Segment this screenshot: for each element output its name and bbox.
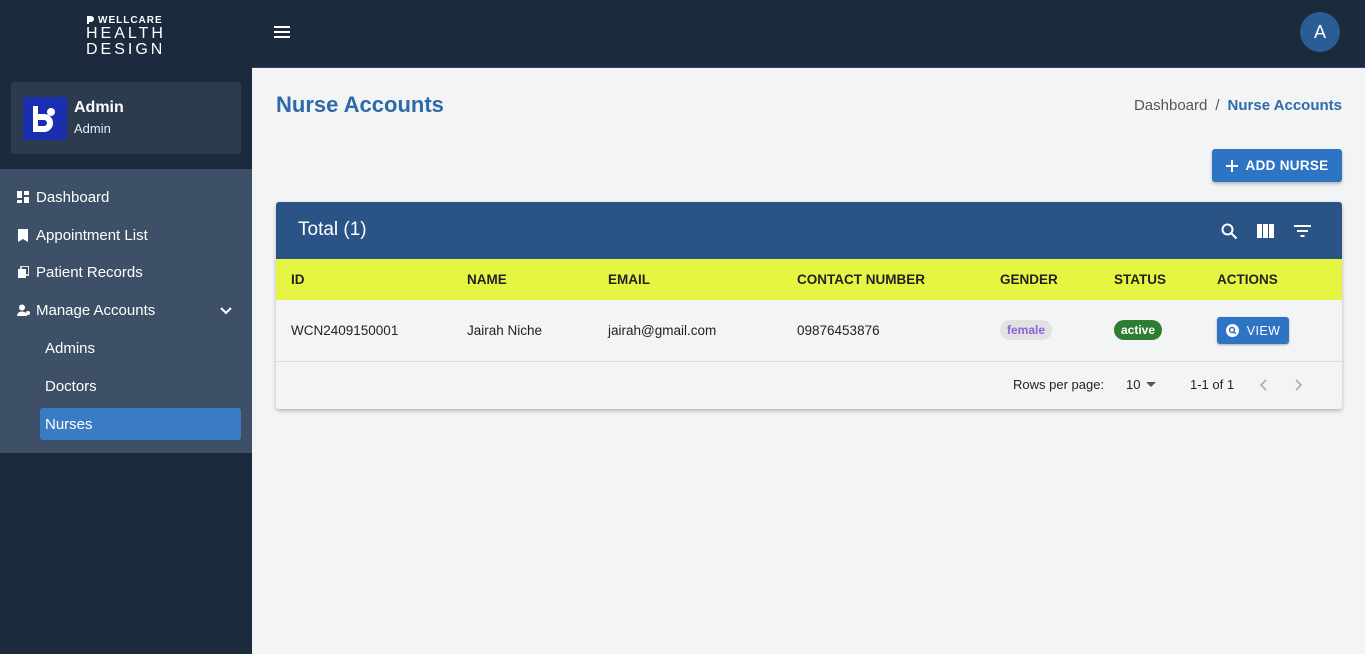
- sidebar-nav: Dashboard Appointment List Patient Recor…: [0, 169, 252, 453]
- add-nurse-button[interactable]: ADD NURSE: [1212, 149, 1342, 182]
- menu-button[interactable]: [272, 22, 292, 42]
- brand-mark-icon: [33, 105, 55, 132]
- plus-icon: [1225, 159, 1238, 172]
- rows-per-page-label: Rows per page:: [1013, 377, 1105, 392]
- table-row: WCN2409150001 Jairah Niche jairah@gmail.…: [276, 300, 1342, 362]
- table-pagination: Rows per page: 10 1-1 of 1: [276, 362, 1342, 409]
- chevron-down-icon: [218, 303, 234, 323]
- profile-name: Admin: [74, 99, 124, 116]
- sidebar-item-manage-accounts[interactable]: Manage Accounts: [0, 292, 252, 328]
- table-header-row: ID NAME EMAIL CONTACT NUMBER GENDER STAT…: [276, 259, 1342, 300]
- sidebar-item-label: Dashboard: [36, 188, 110, 206]
- pagination-range: 1-1 of 1: [1190, 377, 1235, 392]
- view-search-icon: [1225, 324, 1239, 337]
- nurses-table-card: Total (1) ID NAME EMAIL CONTACT NUMBER G…: [276, 202, 1342, 409]
- sidebar-item-patients[interactable]: Patient Records: [0, 254, 252, 290]
- view-columns-button[interactable]: [1255, 221, 1275, 241]
- logo-text-3: DESIGN: [86, 41, 166, 58]
- wellcare-logo[interactable]: WELLCARE HEALTH DESIGN: [86, 14, 166, 60]
- gender-chip: female: [1000, 320, 1053, 340]
- breadcrumb-home-link[interactable]: Dashboard: [1134, 97, 1207, 114]
- view-button-label: VIEW: [1246, 323, 1281, 338]
- column-header-email[interactable]: EMAIL: [608, 272, 650, 287]
- cell-name: Jairah Niche: [467, 323, 543, 338]
- bookmark-icon: [16, 228, 30, 242]
- avatar: [23, 97, 67, 140]
- logo-text-2: HEALTH: [86, 25, 166, 42]
- sidebar-item-label: Manage Accounts: [36, 301, 156, 319]
- logo-text-1: WELLCARE: [98, 14, 163, 26]
- previous-page-button[interactable]: [1254, 376, 1272, 394]
- view-columns-icon: [1256, 224, 1274, 238]
- rows-per-page-value: 10: [1126, 377, 1141, 392]
- column-header-gender[interactable]: GENDER: [1000, 272, 1058, 287]
- cell-email: jairah@gmail.com: [608, 323, 717, 338]
- records-icon: [16, 265, 30, 279]
- filter-list-icon: [1293, 225, 1311, 237]
- rows-per-page-select[interactable]: 10: [1126, 377, 1157, 392]
- sidebar-item-nurses[interactable]: Nurses: [40, 408, 241, 440]
- dropdown-arrow-icon: [1146, 381, 1157, 387]
- user-profile-card: Admin Admin: [11, 82, 241, 154]
- filter-button[interactable]: [1292, 221, 1312, 241]
- breadcrumb: Dashboard / Nurse Accounts: [1134, 97, 1342, 114]
- search-icon: [1221, 223, 1237, 239]
- add-nurse-label: ADD NURSE: [1245, 158, 1329, 173]
- chevron-left-icon: [1259, 379, 1267, 391]
- sidebar-item-admins[interactable]: Admins: [40, 332, 241, 364]
- chevron-right-icon: [1295, 379, 1303, 391]
- profile-role: Admin: [74, 121, 111, 136]
- top-app-bar: A: [252, 0, 1365, 68]
- cell-id: WCN2409150001: [291, 323, 399, 338]
- hamburger-menu-icon: [274, 26, 290, 38]
- table-toolbar: Total (1): [276, 202, 1342, 259]
- page-title: Nurse Accounts: [276, 92, 444, 117]
- table-title: Total (1): [298, 219, 367, 240]
- status-badge: active: [1114, 320, 1163, 340]
- column-header-name[interactable]: NAME: [467, 272, 507, 287]
- breadcrumb-separator: /: [1215, 97, 1220, 114]
- sidebar: WELLCARE HEALTH DESIGN Admin Admin Dashb…: [0, 0, 252, 654]
- dashboard-icon: [16, 190, 30, 204]
- sidebar-item-appointments[interactable]: Appointment List: [0, 217, 252, 253]
- sidebar-item-doctors[interactable]: Doctors: [40, 370, 241, 402]
- user-avatar-button[interactable]: A: [1300, 12, 1340, 52]
- column-header-actions: ACTIONS: [1217, 272, 1278, 287]
- column-header-id[interactable]: ID: [291, 272, 305, 287]
- sidebar-item-dashboard[interactable]: Dashboard: [0, 179, 252, 215]
- logo-mark-icon: [87, 16, 94, 24]
- column-header-status[interactable]: STATUS: [1114, 272, 1166, 287]
- view-button[interactable]: VIEW: [1217, 317, 1289, 344]
- cell-contact: 09876453876: [797, 323, 880, 338]
- column-header-contact[interactable]: CONTACT NUMBER: [797, 272, 925, 287]
- sidebar-item-label: Patient Records: [36, 263, 143, 281]
- manage-accounts-icon: [16, 303, 30, 317]
- search-button[interactable]: [1219, 221, 1239, 241]
- sidebar-item-label: Appointment List: [36, 226, 148, 244]
- breadcrumb-current: Nurse Accounts: [1227, 97, 1342, 114]
- next-page-button[interactable]: [1290, 376, 1308, 394]
